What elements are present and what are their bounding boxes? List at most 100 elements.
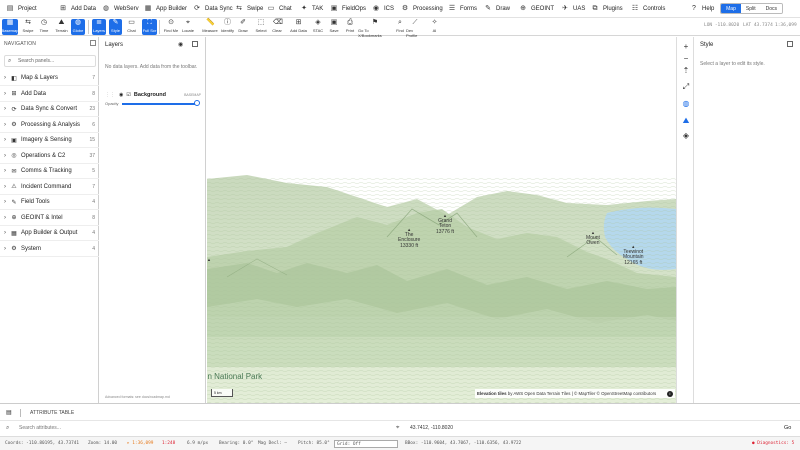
tool-layers[interactable]: ≣ Layers	[92, 19, 106, 35]
tool-clear[interactable]: ⌫ Clear	[270, 19, 284, 35]
menu-item-processing[interactable]: ⚙ Processing	[401, 0, 443, 18]
nav-item-map-layers[interactable]: › ◧ Map & Layers 7	[0, 71, 99, 86]
nav-item-geoint-intel[interactable]: › ⊕ GEOINT & Intel 8	[0, 211, 99, 226]
nav-item-count: 37	[89, 152, 95, 159]
status-scale-select[interactable]: ▸ 1:36,099	[127, 441, 153, 446]
nav-item-count: 4	[92, 230, 95, 236]
peak-label-teewinot: ▲ Teewinot Mountain 12165 ft	[623, 244, 644, 266]
tool-terrain[interactable]: ⛰ Terrain	[54, 19, 69, 35]
tool-measure[interactable]: 📏 Measure	[202, 19, 218, 35]
globe-ctrl-icon[interactable]: ◍	[680, 98, 692, 110]
tool-add-data[interactable]: ⊞ Add Data	[290, 19, 307, 35]
tool-go-to-x-bookmarks[interactable]: ⚑ Go To X/Bookmarks	[358, 19, 392, 38]
background-layer-row[interactable]: ⋮⋮ ◉ ☑ Background BASEMAP	[105, 90, 201, 100]
layers-empty-message: No data layers. Add data from the toolba…	[105, 64, 198, 70]
menu-item-uas[interactable]: ✈ UAS	[561, 0, 585, 18]
visibility-eye-icon[interactable]: ◉	[119, 92, 123, 98]
nav-item-data-sync-convert[interactable]: › ⟳ Data Sync & Convert 23	[0, 102, 99, 117]
menu-item-draw[interactable]: ✎ Draw	[484, 0, 510, 18]
nav-item-processing-analysis[interactable]: › ⚙ Processing & Analysis 6	[0, 118, 99, 133]
mode-tab-map[interactable]: Map	[721, 4, 741, 13]
tool-style[interactable]: ✎ Style	[109, 19, 122, 35]
menu-item-forms[interactable]: ☰ Forms	[448, 0, 477, 18]
tool-dev-profile[interactable]: ⟋ Dev Profile	[406, 19, 424, 38]
tool-ai[interactable]: ✧ AI	[430, 19, 439, 35]
info-icon[interactable]: i	[667, 390, 673, 397]
menu-item-webserv[interactable]: ◍ WebServ	[102, 0, 139, 18]
zoom-out-icon[interactable]: −	[680, 53, 692, 65]
tool-draw[interactable]: ✐ Draw	[237, 19, 249, 35]
peak-label-mount-owen: ▲ Mount Owen	[586, 230, 600, 247]
globe-tool-icon: ◍	[74, 19, 82, 26]
image-icon: ▣	[11, 137, 17, 144]
diagnostics-badge[interactable]: ● Diagnostics: 5	[752, 441, 794, 446]
menu-item-geoint[interactable]: ⊕ GEOINT	[519, 0, 554, 18]
menu-item-chat[interactable]: ▭ Chat	[267, 0, 292, 18]
nav-item-add-data[interactable]: › ⊞ Add Data 8	[0, 87, 99, 102]
eye-icon[interactable]: ◉	[178, 41, 183, 48]
mode-tab-split[interactable]: Split	[740, 4, 761, 13]
layer-checkbox-icon[interactable]: ☑	[126, 92, 130, 98]
menu-item-controls[interactable]: ☷ Controls	[631, 0, 665, 18]
close-layers-icon[interactable]	[192, 41, 198, 47]
menu-item-fieldops[interactable]: ▣ FieldOps	[330, 0, 366, 18]
menu-item-swipe[interactable]: ⇆ Swipe	[235, 0, 263, 18]
nav-item-system[interactable]: › ⚙ System 4	[0, 242, 99, 257]
collapse-nav-icon[interactable]	[90, 40, 96, 46]
nav-item-imagery-sensing[interactable]: › ▣ Imagery & Sensing 15	[0, 133, 99, 148]
map-view[interactable]: ▲ Grand Teton 13776 ft ▲ The Enclosure 13330 f…	[207, 37, 676, 403]
menu-item-add-data[interactable]: ⊞ Add Data	[59, 0, 96, 18]
tool-save[interactable]: ▣ Save	[328, 19, 340, 35]
tool-full-scr[interactable]: ⛶ Full Scr	[142, 19, 157, 35]
attribute-search-input[interactable]: Search attributes...	[19, 425, 61, 431]
tool-swipe[interactable]: ⇆ Swipe	[21, 19, 35, 35]
nav-item-count: 15	[89, 137, 95, 143]
layers-ctrl-icon[interactable]: ◈	[680, 130, 692, 142]
nav-item-app-builder-output[interactable]: › ▦ App Builder & Output 4	[0, 226, 99, 241]
menu-item-plugins[interactable]: ⧉ Plugins	[591, 0, 623, 18]
nav-item-count: 6	[92, 121, 95, 128]
lat-readout: LAT 43.7374	[743, 23, 773, 28]
go-button[interactable]: Go	[784, 425, 791, 431]
tool-find-me[interactable]: ⊙ Find Me	[163, 19, 179, 35]
expand-icon[interactable]: ⤢	[680, 81, 692, 93]
nav-item-operations-c2[interactable]: › ◎ Operations & C2 37	[0, 149, 99, 164]
attribution-text[interactable]: by AWS Open Data Terrain Tiles | © MapTi…	[507, 391, 657, 396]
tool-time[interactable]: ◷ Time	[37, 19, 51, 35]
menu-item-ics[interactable]: ◉ ICS	[372, 0, 394, 18]
attribute-table-bar[interactable]: ▤ ATTRIBUTE TABLE	[0, 403, 800, 421]
chat-tool-icon: ▭	[128, 19, 135, 26]
menu-item-data-sync[interactable]: ⟳ Data Sync	[193, 0, 233, 18]
nav-item-incident-command[interactable]: › ⚠ Incident Command 7	[0, 180, 99, 195]
nav-item-comms-tracking[interactable]: › ✉ Comms & Tracking 5	[0, 164, 99, 179]
close-style-icon[interactable]	[787, 41, 793, 47]
tool-stac[interactable]: ◈ STAC	[311, 19, 325, 35]
menu-item-help[interactable]: ? Help	[690, 0, 714, 18]
find-icon: ⌕	[398, 19, 402, 26]
menu-item-project[interactable]: ▤ Project	[6, 0, 37, 18]
tool-chat[interactable]: ▭ Chat	[125, 19, 138, 35]
tool-select[interactable]: ⬚ Select	[254, 19, 268, 35]
opacity-slider-thumb[interactable]	[194, 100, 200, 106]
tool-basemap[interactable]: ▦ Basemap	[2, 19, 18, 35]
grid-select[interactable]: Grid: Off	[334, 439, 398, 448]
menu-item-tak[interactable]: ✦ TAK	[300, 0, 323, 18]
tool-locate[interactable]: ⌖ Locate	[181, 19, 195, 35]
terrain-ctrl-icon[interactable]: ⛰	[680, 115, 692, 127]
zoom-in-icon[interactable]: +	[680, 41, 692, 53]
tool-print[interactable]: ⎙ Print	[344, 19, 356, 35]
tool-globe[interactable]: ◍ Globe	[71, 19, 85, 35]
panel-search-input[interactable]: ⌕ Search panels...	[4, 55, 96, 67]
nav-item-field-tools[interactable]: › ✎ Field Tools 4	[0, 195, 99, 210]
tool-label: Find Me	[163, 28, 179, 33]
tool-find[interactable]: ⌕ Find	[395, 19, 405, 35]
opacity-slider-track[interactable]	[122, 103, 196, 105]
dev-profile-icon: ⟋	[412, 19, 418, 26]
mode-tab-docs[interactable]: Docs	[760, 4, 782, 13]
drag-handle-icon[interactable]: ⋮⋮	[105, 92, 115, 98]
tool-identify[interactable]: ⓘ Identify	[220, 19, 235, 35]
compass-icon[interactable]: ⇡	[680, 65, 692, 77]
location-input[interactable]: 43.7412, -110.8020	[410, 425, 453, 431]
menu-item-label: GEOINT	[531, 6, 555, 12]
menu-item-app-builder[interactable]: ▦ App Builder	[144, 0, 187, 18]
